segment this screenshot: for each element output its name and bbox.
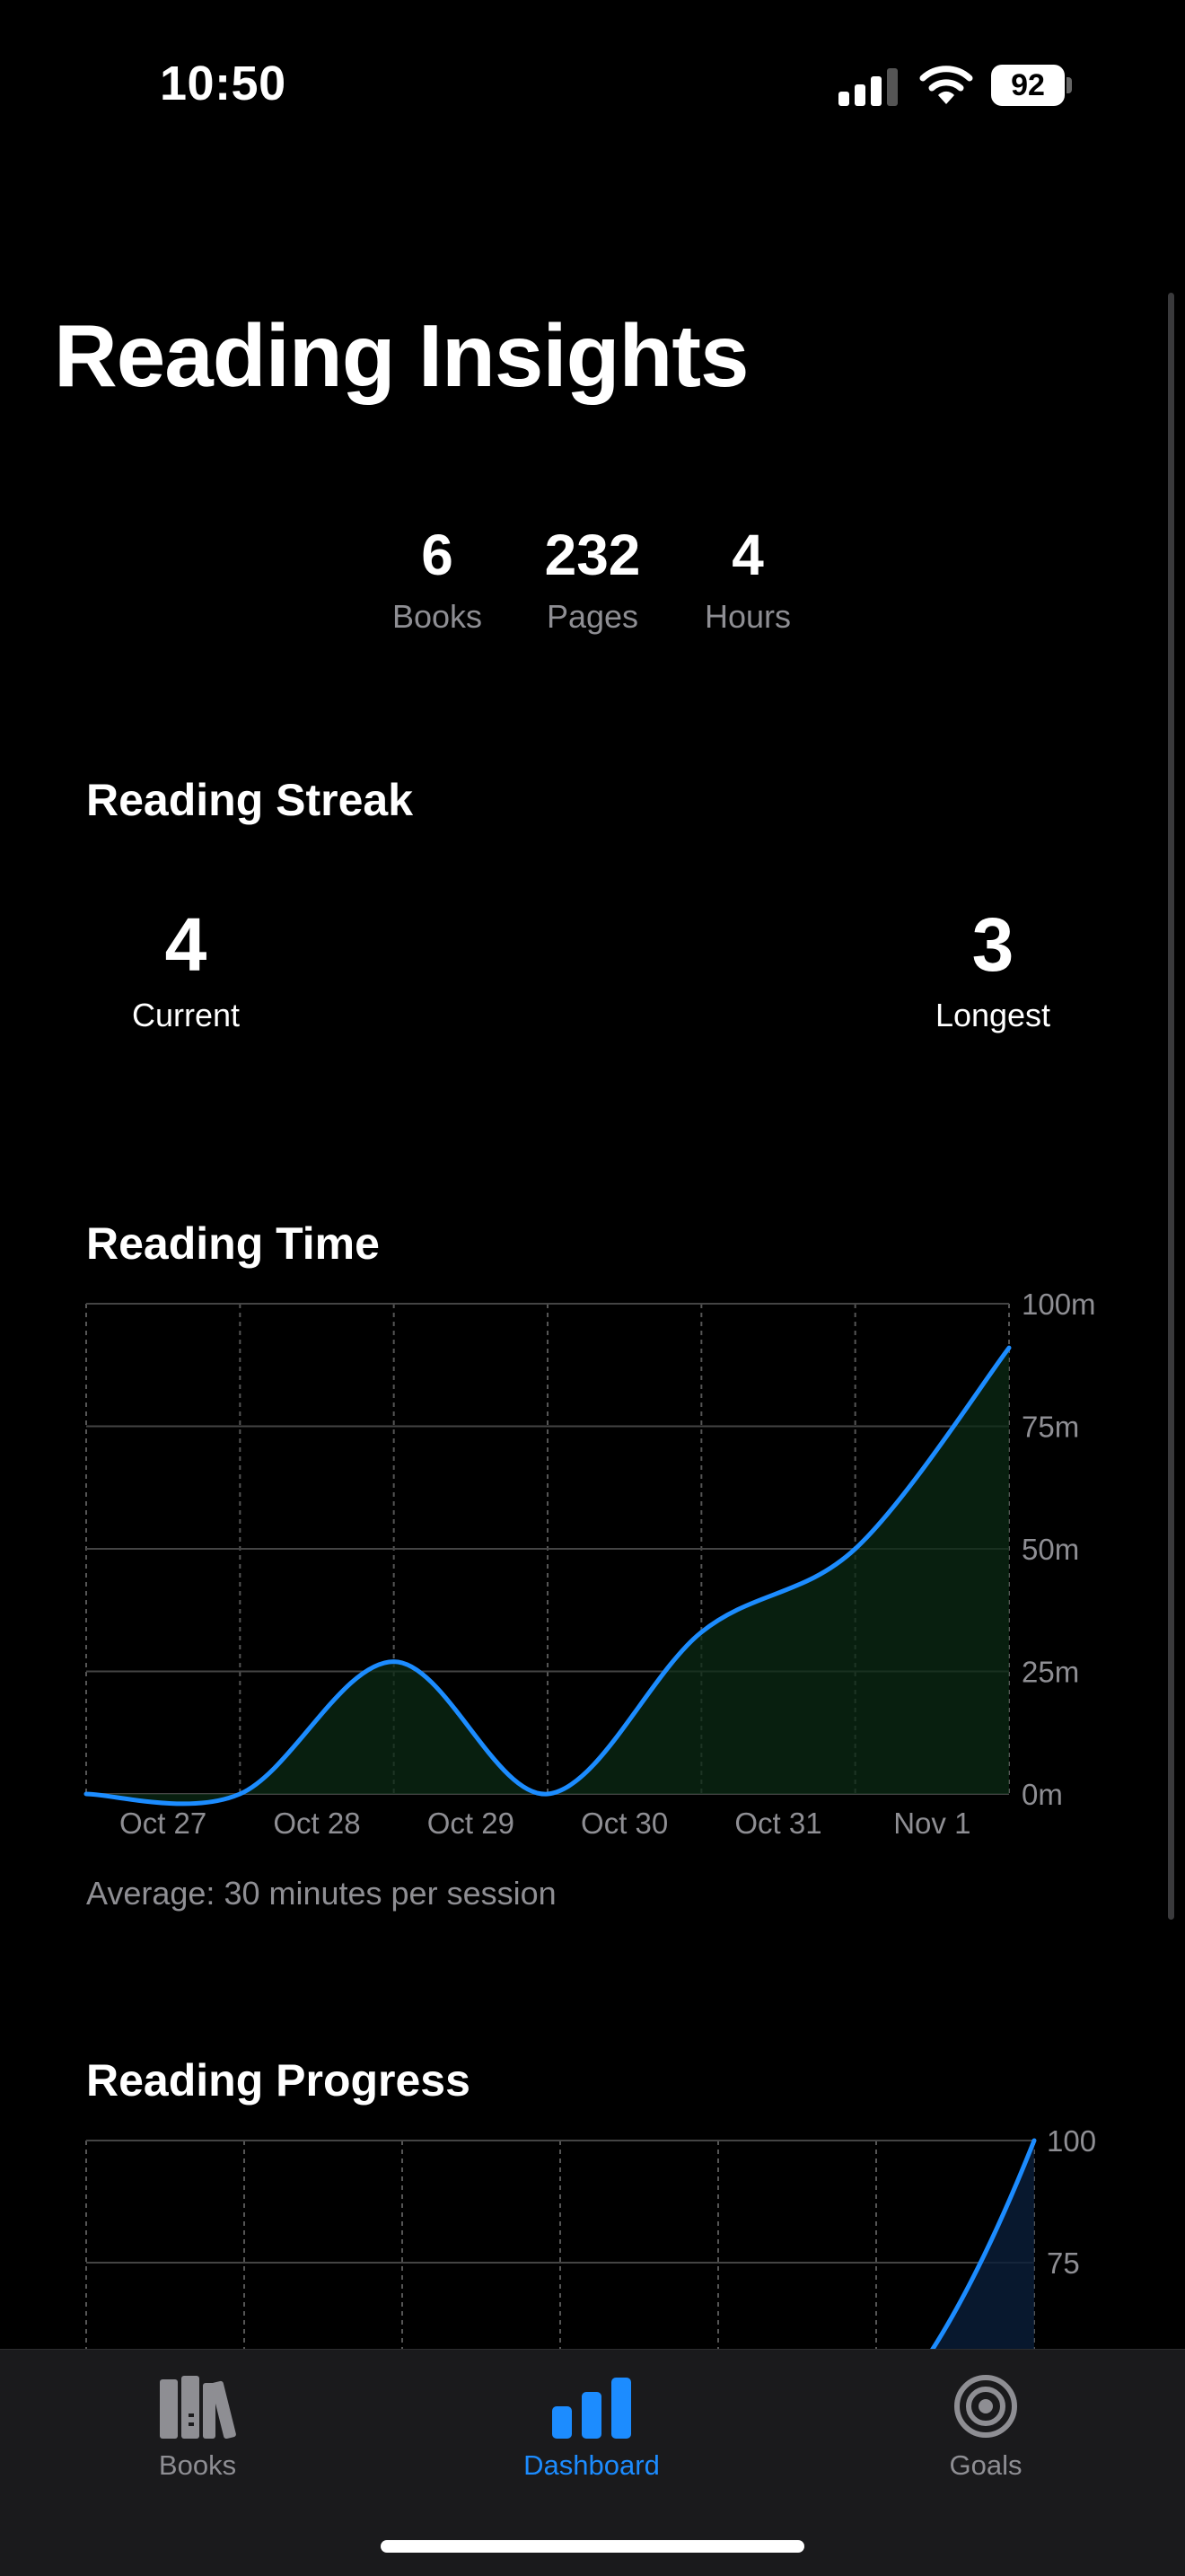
x-tick-label: Oct 31 <box>734 1807 821 1840</box>
tab-goals-label: Goals <box>869 2449 1102 2482</box>
stat-hours: 4 Hours <box>658 526 838 636</box>
cellular-signal-icon <box>838 66 900 106</box>
y-tick-label: 25m <box>1022 1656 1079 1689</box>
y-tick-label: 100m <box>1022 1288 1096 1321</box>
battery-level: 92 <box>991 65 1065 106</box>
wifi-icon <box>919 63 973 108</box>
stat-pages: 232 Pages <box>503 526 682 636</box>
home-indicator[interactable] <box>381 2540 804 2553</box>
x-tick-label: Oct 30 <box>581 1807 668 1840</box>
x-tick-label: Nov 1 <box>893 1807 970 1840</box>
tab-dashboard[interactable]: Dashboard <box>475 2367 708 2482</box>
reading-progress-area <box>925 2141 1034 2349</box>
battery-icon: 92 <box>991 65 1068 106</box>
stat-books-value: 6 <box>347 526 527 584</box>
reading-time-average: Average: 30 minutes per session <box>86 1875 557 1912</box>
x-tick-label: Oct 29 <box>427 1807 514 1840</box>
streak-current-value: 4 <box>69 907 303 982</box>
tab-books[interactable]: Books <box>81 2367 314 2482</box>
reading-streak-title: Reading Streak <box>86 774 413 826</box>
tab-books-label: Books <box>81 2449 314 2482</box>
status-time: 10:50 <box>160 56 286 111</box>
y-tick-label: 100 <box>1047 2124 1096 2158</box>
y-tick-label: 50m <box>1022 1533 1079 1566</box>
stat-hours-label: Hours <box>658 598 838 636</box>
page-title: Reading Insights <box>54 305 749 407</box>
streak-longest-label: Longest <box>876 997 1110 1034</box>
stat-pages-label: Pages <box>503 598 682 636</box>
chart-bar-icon <box>475 2367 708 2439</box>
stat-books-label: Books <box>347 598 527 636</box>
streak-longest: 3 Longest <box>876 907 1110 1034</box>
reading-progress-title: Reading Progress <box>86 2054 470 2106</box>
x-tick-label: Oct 27 <box>119 1807 206 1840</box>
reading-progress-chart: 100 75 <box>0 2119 1185 2349</box>
y-tick-label: 75m <box>1022 1411 1079 1444</box>
streak-current-label: Current <box>69 997 303 1034</box>
streak-current: 4 Current <box>69 907 303 1034</box>
stat-books: 6 Books <box>347 526 527 636</box>
y-tick-label: 75 <box>1047 2246 1080 2280</box>
streak-longest-value: 3 <box>876 907 1110 982</box>
x-tick-label: Oct 28 <box>273 1807 360 1840</box>
books-icon <box>81 2367 314 2439</box>
y-tick-label: 0m <box>1022 1778 1063 1811</box>
stat-pages-value: 232 <box>503 526 682 584</box>
stat-hours-value: 4 <box>658 526 838 584</box>
tab-dashboard-label: Dashboard <box>475 2449 708 2482</box>
tab-goals[interactable]: Goals <box>869 2367 1102 2482</box>
reading-time-chart: 0m 25m 50m 75m 100m Oct 27 Oct 28 Oct 29 Oct 30 O… <box>0 1257 1185 1868</box>
target-icon <box>869 2367 1102 2439</box>
